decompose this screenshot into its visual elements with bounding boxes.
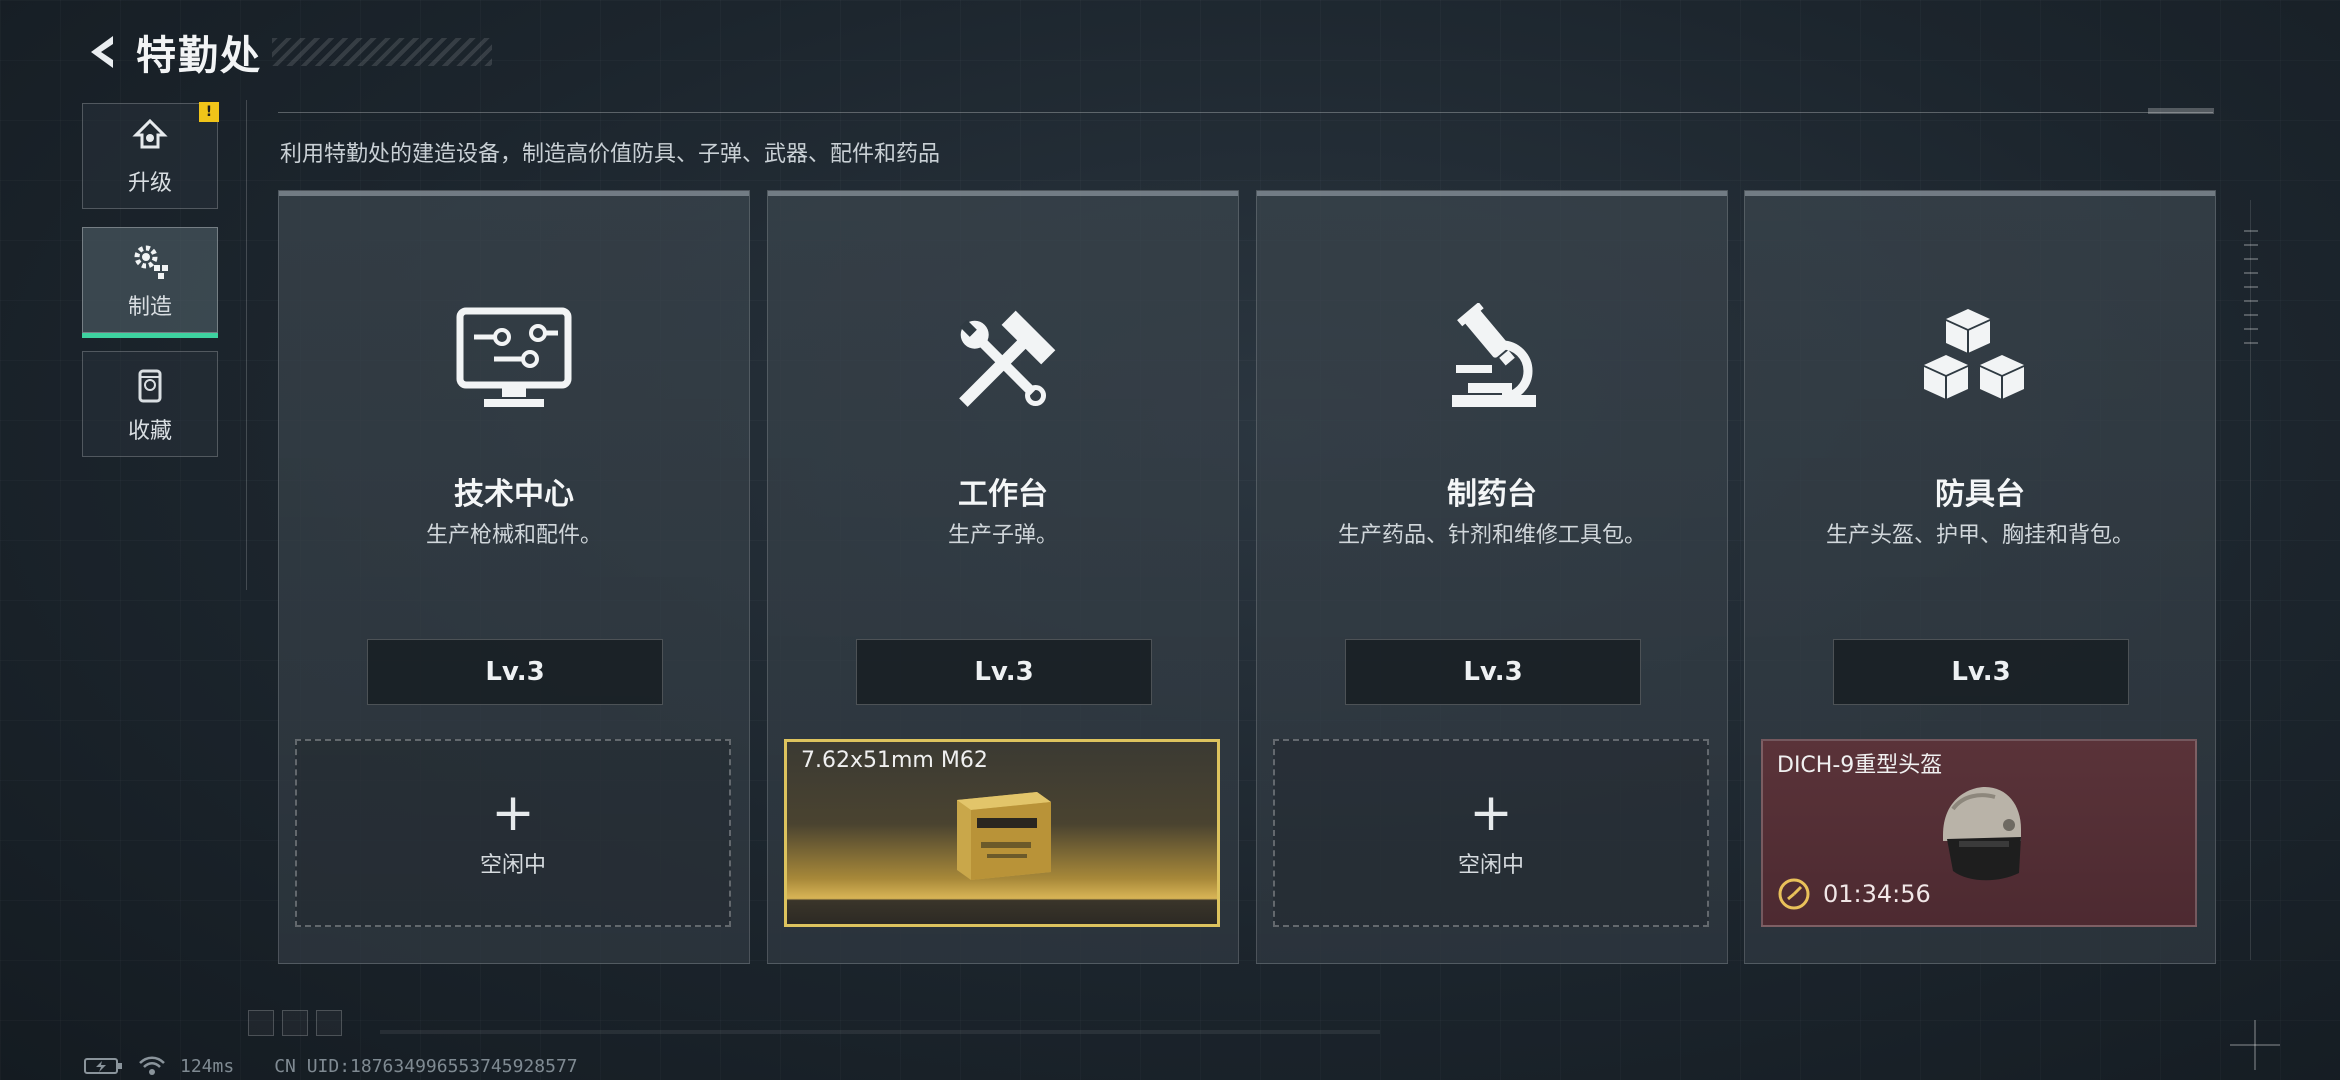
production-timer: 01:34:56 <box>1777 877 1931 911</box>
card-description: 生产子弹。 <box>947 523 1058 548</box>
nav-item-label: 制造 <box>127 295 172 320</box>
user-uid: CN UID:18763499655374592857​7 <box>274 1055 578 1077</box>
production-slot-active[interactable]: DICH-9重型头盔 01:34:56 <box>1761 739 2197 927</box>
hammer-wrench-icon <box>768 303 1238 423</box>
back-arrow-icon <box>91 36 113 68</box>
back-button[interactable] <box>80 29 126 75</box>
level-button[interactable]: Lv.3 <box>1345 639 1641 705</box>
decor-square <box>316 1010 342 1036</box>
ping-value: 124ms <box>180 1055 235 1077</box>
wifi-icon <box>138 1055 166 1077</box>
decor-square <box>282 1010 308 1036</box>
page-title: 特勤处 <box>136 33 262 79</box>
plus-icon: + <box>491 783 535 843</box>
nav-item-upgrade[interactable]: ! 升级 <box>82 102 219 209</box>
card-description: 生产头盔、护甲、胸挂和背包。 <box>1825 523 2134 548</box>
card-title: 技术中心 <box>454 477 574 512</box>
nav-item-collection[interactable]: 收藏 <box>82 351 218 457</box>
slot-item-name: DICH-9重型头盔 <box>1777 753 1943 778</box>
nav-item-label: 升级 <box>127 171 172 196</box>
nav-item-label: 收藏 <box>127 419 172 444</box>
slot-status-label: 空闲中 <box>479 853 546 878</box>
gears-icon <box>128 239 172 283</box>
production-slot-empty[interactable]: + 空闲中 <box>295 739 731 927</box>
card-title: 制药台 <box>1447 477 1537 512</box>
cubes-icon <box>1745 303 2215 423</box>
production-slot-empty[interactable]: + 空闲中 <box>1273 739 1709 927</box>
side-nav: ! 升级 制造 收藏 <box>82 102 220 475</box>
page-header: 特勤处 <box>80 22 492 82</box>
top-divider <box>278 112 2213 113</box>
timer-value: 01:34:56 <box>1823 880 1931 908</box>
battery-icon <box>84 1056 124 1076</box>
card-title: 工作台 <box>958 477 1048 512</box>
slot-status-label: 空闲中 <box>1457 853 1524 878</box>
right-ticks <box>2244 230 2258 350</box>
ammo-box-icon <box>947 786 1057 886</box>
monitor-circuit-icon <box>279 303 749 423</box>
nav-item-craft[interactable]: 制造 <box>82 227 218 338</box>
plus-icon: + <box>1469 783 1513 843</box>
station-card-workbench[interactable]: 工作台 生产子弹。 Lv.3 7.62x51mm M62 <box>767 190 1239 964</box>
microscope-icon <box>1257 303 1727 423</box>
level-button[interactable]: Lv.3 <box>367 639 663 705</box>
crosshair-icon <box>2230 1020 2280 1070</box>
alert-badge: ! <box>199 102 219 122</box>
bottom-decoration <box>248 1010 342 1036</box>
level-button[interactable]: Lv.3 <box>856 639 1152 705</box>
station-card-pharmacy[interactable]: 制药台 生产药品、针剂和维修工具包。 Lv.3 + 空闲中 <box>1256 190 1728 964</box>
page-subtitle: 利用特勤处的建造设备，制造高价值防具、子弹、武器、配件和药品 <box>280 142 941 167</box>
title-decoration <box>272 38 492 66</box>
nav-divider <box>246 100 247 590</box>
decor-square <box>248 1010 274 1036</box>
helmet-icon <box>1929 779 2029 893</box>
bottom-decor-bar <box>380 1030 1380 1034</box>
timer-icon <box>1778 878 1810 910</box>
upgrade-icon <box>128 115 172 159</box>
station-card-tech-center[interactable]: 技术中心 生产枪械和配件。 Lv.3 + 空闲中 <box>278 190 750 964</box>
production-slot-active[interactable]: 7.62x51mm M62 <box>784 739 1220 927</box>
station-card-armor-bench[interactable]: 防具台 生产头盔、护甲、胸挂和背包。 Lv.3 DICH-9重型头盔 01:34… <box>1744 190 2216 964</box>
level-button[interactable]: Lv.3 <box>1833 639 2129 705</box>
card-title: 防具台 <box>1935 477 2025 512</box>
slot-item-name: 7.62x51mm M62 <box>801 748 988 773</box>
collection-icon <box>128 363 172 407</box>
status-bar: 124ms CN UID:18763499655374592857​7 <box>84 1054 578 1078</box>
card-description: 生产药品、针剂和维修工具包。 <box>1337 523 1646 548</box>
card-description: 生产枪械和配件。 <box>425 523 602 548</box>
top-divider-accent <box>2148 108 2214 114</box>
